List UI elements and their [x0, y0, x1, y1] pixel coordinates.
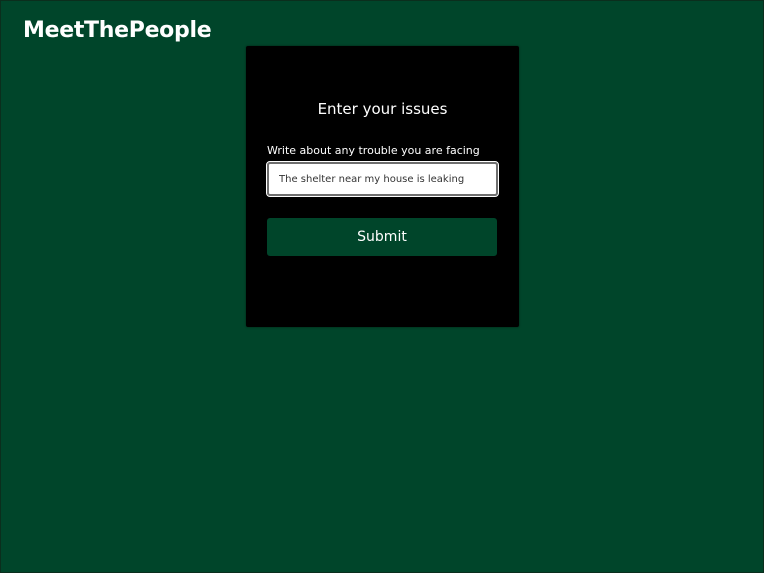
brand-logo-text[interactable]: MeetThePeople: [23, 18, 212, 43]
form-title: Enter your issues: [317, 100, 448, 118]
issue-input[interactable]: [266, 161, 499, 197]
submit-button[interactable]: Submit: [267, 218, 497, 256]
issue-form-card: Enter your issues Write about any troubl…: [246, 46, 519, 327]
issue-field-label: Write about any trouble you are facing: [267, 144, 480, 157]
